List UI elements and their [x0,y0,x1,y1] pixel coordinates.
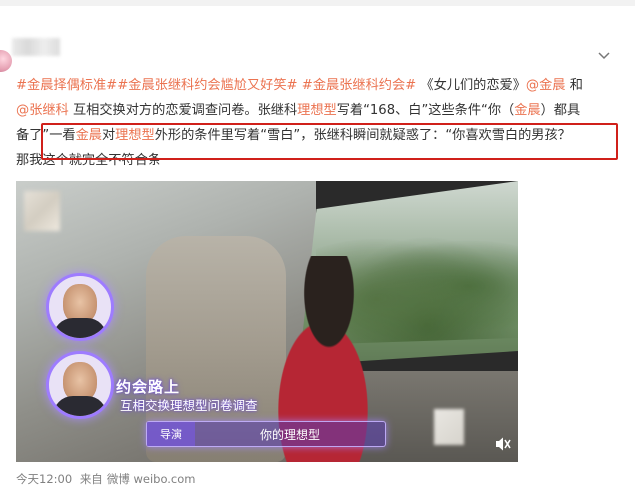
video-dialog-bar: 导演 你的理想型 [146,421,386,447]
post-text-fragment: 互相交换对方的恋爱调查问卷。张继科 [72,103,298,118]
keyword-link[interactable]: 理想型 [297,103,337,118]
post-text-fragment: 外形的条件里写着“雪白”，张继科瞬间就疑惑了：“你喜欢雪白的男孩？ [154,128,571,143]
post-line-1: #金晨择偶标准##金晨张继科约会尴尬又好笑# #金晨张继科约会# 《女儿们的恋爱… [16,73,620,98]
video-player[interactable]: 约会路上 互相交换理想型问卷调查 导演 你的理想型 [16,181,518,462]
post-line-3: 备了”一看金晨对理想型外形的条件里写着“雪白”，张继科瞬间就疑惑了：“你喜欢雪白… [16,123,620,148]
post-text-fragment: 一看 [49,128,76,143]
keyword-link[interactable]: 金晨 [76,128,102,143]
chevron-down-icon [598,52,610,60]
post-text-fragment: 写着“168、白”这些条件“你（ [336,103,515,118]
top-strip [0,0,635,6]
username-blurred[interactable] [12,38,60,56]
post-text-fragment: 和 [569,78,583,93]
guest-body [53,318,107,338]
hashtag-link[interactable]: #金晨张继科约会尴尬又好笑# [117,78,297,93]
post-text-fragment: 对 [101,128,116,143]
user-avatar[interactable] [0,50,12,72]
guest-avatar [46,273,114,341]
mention-link[interactable]: @张继科 [16,103,69,118]
video-watermark-blur [24,191,60,231]
post-menu-button[interactable] [597,49,611,63]
show-title: 《女儿们的恋爱》 [420,78,526,93]
post-line-4: 那我这个就完全不符合条 [16,148,620,173]
post-text-fragment: 那我这个就完全不符合条 [16,153,162,168]
hashtag-link[interactable]: #金晨择偶标准# [16,78,117,93]
hashtag-link[interactable]: #金晨张继科约会# [302,78,416,93]
dialog-text: 你的理想型 [259,427,320,442]
post-source[interactable]: 微博 weibo.com [107,472,196,486]
video-caption-subtitle: 互相交换理想型问卷调查 [120,398,258,413]
keyword-link[interactable]: 理想型 [115,128,155,143]
post-time[interactable]: 今天12:00 [16,472,72,486]
post-meta: 今天12:00 来自 微博 weibo.com [16,471,200,487]
mention-link[interactable]: @金晨 [526,78,566,93]
video-watermark-blur [434,409,464,445]
video-caption-title: 约会路上 [116,378,181,396]
guest-body [53,396,107,416]
guest-avatar [46,351,114,419]
mute-button[interactable] [494,436,512,452]
source-label: 来自 [79,472,103,486]
post-body: #金晨择偶标准##金晨张继科约会尴尬又好笑# #金晨张继科约会# 《女儿们的恋爱… [16,73,620,173]
volume-mute-icon [496,437,511,451]
post-text-fragment: 备了” [16,128,50,143]
dialog-speaker: 导演 [147,422,195,446]
post-line-2: @张继科 互相交换对方的恋爱调查问卷。张继科理想型写着“168、白”这些条件“你… [16,98,620,123]
post-text-fragment: ）都具 [540,103,581,118]
keyword-link[interactable]: 金晨 [514,103,540,118]
